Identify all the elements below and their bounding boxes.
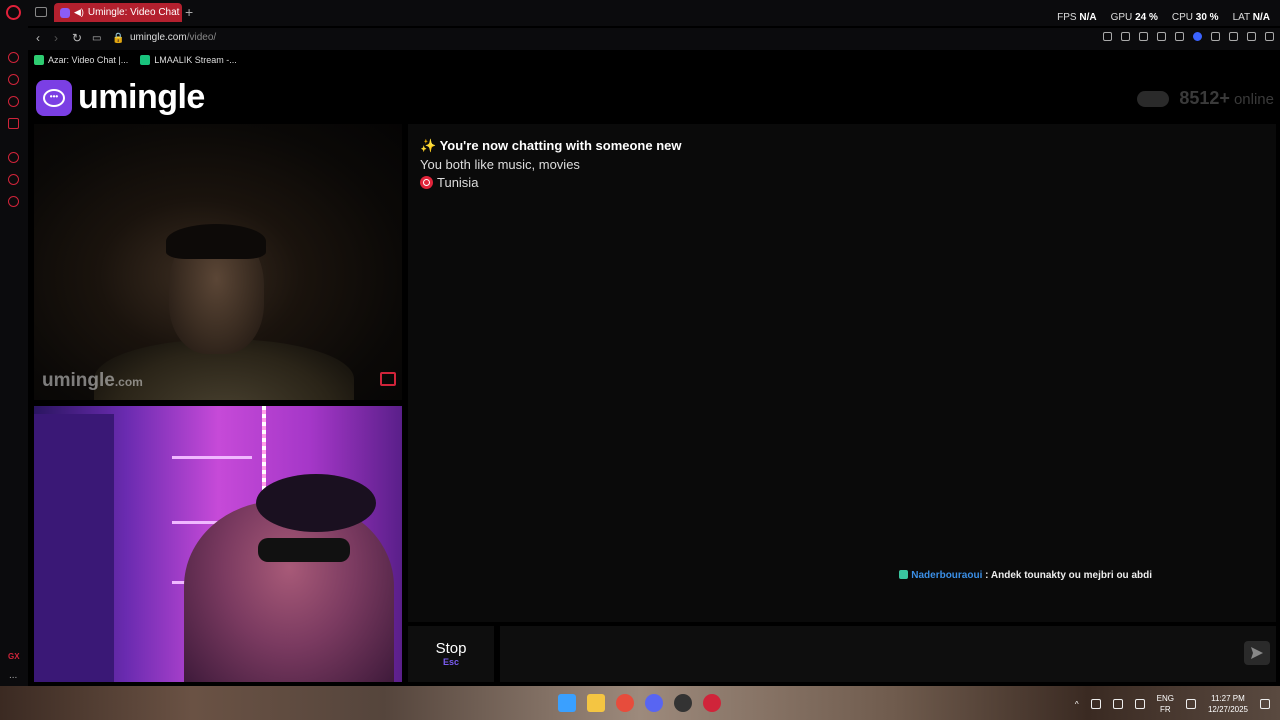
toolbar-icons <box>1103 32 1274 41</box>
notifications-icon[interactable] <box>1260 699 1270 709</box>
self-video <box>34 406 402 682</box>
active-tab[interactable]: ◀) Umingle: Video Chat w <box>54 3 182 22</box>
stranger-video: umingle.com <box>34 124 402 400</box>
browser-tab-bar: ◀) Umingle: Video Chat w + FPS N/A GPU 2… <box>0 0 1280 26</box>
gx-label[interactable]: GX <box>8 652 20 661</box>
browser-sidebar: GX ... <box>0 26 28 686</box>
vpn-icon[interactable] <box>1193 32 1202 41</box>
back-arrow-icon[interactable]: ‹ <box>36 31 40 45</box>
video-watermark: umingle.com <box>42 370 143 391</box>
camera-icon[interactable]: ▭ <box>92 33 101 44</box>
chat-message: Naderbouraoui : Andek tounakty ou mejbri… <box>408 570 1276 590</box>
speaker-icon[interactable]: ◀) <box>74 7 84 18</box>
online-indicator: 8512+ online <box>1137 88 1274 109</box>
umingle-favicon-icon <box>60 7 70 18</box>
reload-icon[interactable]: ↻ <box>72 31 82 45</box>
send-button[interactable] <box>1244 641 1270 665</box>
address-bar: ‹ › ↻ ▭ 🔒 umingle.com/video/ <box>28 28 1280 50</box>
azar-favicon-icon <box>34 55 44 65</box>
display-icon[interactable] <box>1185 699 1196 709</box>
message-text: Andek tounakty ou mejbri ou abdi <box>990 570 1152 581</box>
bookmarks-bar: Azar: Video Chat |... LMAALIK Stream -..… <box>28 52 237 68</box>
theme-toggle[interactable] <box>1137 90 1170 107</box>
brand[interactable]: ••• umingle <box>36 78 205 117</box>
chat-interests: You both like music, movies <box>420 157 580 172</box>
online-label: online <box>1233 91 1274 108</box>
clock[interactable]: 11:27 PM 12/27/2025 <box>1208 693 1248 715</box>
lock-icon: 🔒 <box>112 33 125 44</box>
more-icon[interactable]: ... <box>9 670 17 681</box>
message-username[interactable]: Naderbouraoui <box>911 570 982 581</box>
speed-dial-icon[interactable] <box>8 52 19 63</box>
forward-arrow-icon[interactable]: › <box>54 31 58 45</box>
language-indicator[interactable]: ENG FR <box>1157 693 1174 715</box>
online-count: 8512+ <box>1179 88 1230 108</box>
performance-monitor: FPS N/A GPU 24 % CPU 30 % LAT N/A <box>1057 12 1270 23</box>
url-field[interactable]: umingle.com/video/ <box>130 32 216 43</box>
fps-readout: FPS N/A <box>1057 12 1097 23</box>
menu-icon[interactable] <box>1265 32 1274 41</box>
chat-panel: ✨ You're now chatting with someone new Y… <box>408 124 1276 622</box>
system-tray: ^ ENG FR 11:27 PM 12/27/2025 <box>1075 693 1270 715</box>
send-icon <box>1251 647 1263 659</box>
kick-favicon-icon <box>140 55 151 65</box>
bookmark-azar[interactable]: Azar: Video Chat |... <box>34 52 128 68</box>
shield-icon[interactable] <box>1139 32 1148 41</box>
tunisia-flag-icon <box>420 176 433 189</box>
play-icon[interactable] <box>1157 32 1166 41</box>
esc-shortcut-label: Esc <box>442 657 459 667</box>
chat-bottom-area <box>408 592 1276 622</box>
snapshot-icon[interactable] <box>1121 32 1130 41</box>
opera-gx-icon[interactable] <box>703 694 721 712</box>
settings-icon[interactable] <box>8 196 19 207</box>
tab-title: Umingle: Video Chat w <box>87 7 182 18</box>
volume-icon[interactable] <box>1112 699 1123 709</box>
discord-icon[interactable] <box>645 694 663 712</box>
extensions-icon[interactable] <box>1211 32 1220 41</box>
headset-icon[interactable] <box>1090 699 1101 709</box>
chrome-icon[interactable] <box>616 694 634 712</box>
bookmark-lmaalik[interactable]: LMAALIK Stream -... <box>140 52 237 68</box>
user-badge-icon <box>899 570 909 579</box>
umingle-page: ••• umingle 8512+ online umingle.com ✨ Y… <box>28 70 1280 686</box>
taskbar-apps <box>558 694 721 712</box>
opera-logo-icon[interactable] <box>6 5 21 20</box>
windows-start-icon[interactable] <box>558 694 576 712</box>
url-path: /video/ <box>186 32 217 43</box>
windows-taskbar: ^ ENG FR 11:27 PM 12/27/2025 <box>0 686 1280 720</box>
message-input[interactable] <box>500 626 1276 682</box>
history-icon[interactable] <box>8 152 19 163</box>
pin-icon[interactable] <box>1103 32 1112 41</box>
new-tab-button[interactable]: + <box>185 4 193 20</box>
mail-icon[interactable] <box>8 118 19 129</box>
shopping-icon[interactable] <box>8 74 19 85</box>
cpu-readout: CPU 30 % <box>1171 12 1219 23</box>
obs-icon[interactable] <box>674 694 692 712</box>
profile-icon[interactable] <box>1229 32 1238 41</box>
tab-list-icon[interactable] <box>35 7 47 17</box>
heart-icon[interactable] <box>1175 32 1184 41</box>
file-explorer-icon[interactable] <box>587 694 605 712</box>
url-host: umingle.com <box>130 32 187 43</box>
news-icon[interactable] <box>8 96 19 107</box>
download-icon[interactable] <box>1247 32 1256 41</box>
brand-name: umingle <box>78 78 205 116</box>
tray-overflow-icon[interactable]: ^ <box>1075 700 1079 709</box>
umingle-logo-icon: ••• <box>36 79 72 116</box>
lat-readout: LAT N/A <box>1232 12 1270 23</box>
stop-button[interactable]: Stop Esc <box>408 626 494 682</box>
extensions-sidebar-icon[interactable] <box>8 174 19 185</box>
gpu-readout: GPU 24 % <box>1110 12 1158 23</box>
chat-country: Tunisia <box>420 175 478 190</box>
sparkles-icon: ✨ <box>420 138 437 153</box>
report-flag-icon[interactable] <box>380 372 396 386</box>
chat-system-header: ✨ You're now chatting with someone new <box>420 138 682 153</box>
microphone-icon[interactable] <box>1134 699 1145 709</box>
